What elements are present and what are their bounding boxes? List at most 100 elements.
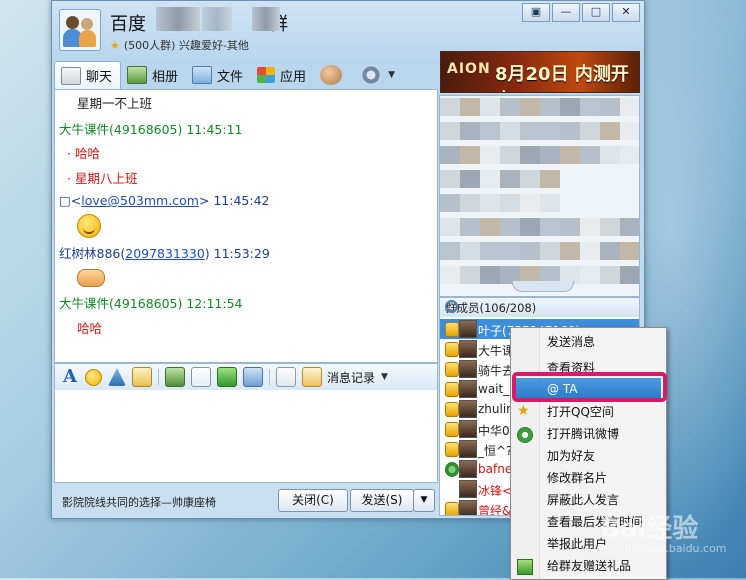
admin-icon bbox=[445, 422, 459, 437]
sender-line: □<love@503mm.com> 11:45:42 bbox=[59, 193, 270, 208]
mosaic-tile bbox=[540, 218, 560, 236]
close-button[interactable]: 关闭(C) bbox=[278, 489, 348, 512]
font-icon[interactable]: A bbox=[61, 368, 79, 386]
menu-item-open-qzone[interactable]: 打开QQ空间 bbox=[539, 401, 663, 423]
panel-resize-grip[interactable] bbox=[512, 281, 574, 292]
mosaic-tile bbox=[520, 98, 540, 116]
admin-icon bbox=[445, 402, 459, 417]
mosaic-tile bbox=[440, 242, 460, 260]
mosaic-tile bbox=[480, 218, 500, 236]
mosaic-tile bbox=[480, 122, 500, 140]
mosaic-tile bbox=[500, 218, 520, 236]
pen-icon[interactable] bbox=[132, 367, 152, 387]
mosaic-blur bbox=[252, 7, 280, 31]
emoji-icon[interactable] bbox=[85, 368, 102, 386]
mosaic-tile bbox=[580, 266, 600, 284]
group-subtitle: ★ (500人群) 兴趣爱好-其他 bbox=[110, 39, 249, 52]
mosaic-tile bbox=[480, 266, 500, 284]
search-icon[interactable] bbox=[445, 300, 458, 313]
send-options-button[interactable]: ▼ bbox=[413, 489, 435, 512]
settings-button[interactable]: ▼ bbox=[355, 61, 403, 89]
message-text: 哈哈 bbox=[77, 321, 103, 336]
admin-icon bbox=[445, 502, 459, 515]
mosaic-tile bbox=[460, 266, 480, 284]
message-input[interactable] bbox=[54, 390, 438, 483]
tab-label: 文件 bbox=[217, 69, 244, 85]
mosaic-tile bbox=[600, 98, 620, 116]
menu-item-send-message[interactable]: 发送消息 bbox=[539, 331, 663, 353]
avatar bbox=[459, 380, 477, 398]
skin-button[interactable]: ▣ bbox=[522, 3, 550, 22]
chevron-down-icon[interactable]: ▼ bbox=[381, 372, 388, 382]
document-icon[interactable] bbox=[276, 367, 296, 387]
mosaic-tile bbox=[600, 122, 620, 140]
message-text: · 星期八上班 bbox=[67, 171, 138, 186]
mosaic-tile bbox=[500, 146, 520, 164]
ad-slogan-link[interactable]: 影院院线共同的选择—帅康座椅 bbox=[62, 494, 216, 510]
close-window-button[interactable]: ✕ bbox=[612, 3, 640, 22]
mosaic-tile bbox=[560, 242, 580, 260]
weibo-icon bbox=[517, 427, 533, 443]
mosaic-tile bbox=[500, 194, 520, 212]
menu-item-edit-card[interactable]: 修改群名片 bbox=[539, 467, 663, 489]
tab-apps[interactable]: 应用 bbox=[251, 61, 314, 89]
history-button[interactable]: 消息记录 bbox=[327, 369, 375, 386]
sender-qq-link[interactable]: 2097831330 bbox=[125, 246, 205, 261]
maximize-button[interactable]: □ bbox=[582, 3, 610, 22]
folder-icon bbox=[192, 66, 213, 84]
mosaic-tile bbox=[520, 218, 540, 236]
ad-text: 8月20日 内测开启 bbox=[495, 64, 629, 92]
menu-item-add-friend[interactable]: 加为好友 bbox=[539, 445, 663, 467]
tab-album[interactable]: 相册 bbox=[121, 61, 186, 89]
avatar bbox=[459, 320, 477, 338]
mosaic-tile bbox=[540, 122, 560, 140]
mosaic-tile bbox=[620, 218, 639, 236]
admin-icon bbox=[445, 382, 459, 397]
mosaic-tile bbox=[600, 218, 620, 236]
tab-files[interactable]: 文件 bbox=[186, 61, 251, 89]
toolbar-divider bbox=[269, 369, 270, 385]
mosaic-tile bbox=[560, 98, 580, 116]
screenshot-icon[interactable] bbox=[243, 367, 263, 387]
mosaic-tile bbox=[520, 146, 540, 164]
mosaic-tile bbox=[560, 146, 580, 164]
mosaic-tile bbox=[440, 218, 460, 236]
sender-line: 大牛课件(49168605) 12:11:54 bbox=[59, 296, 243, 311]
avatar bbox=[459, 360, 477, 378]
menu-item-open-weibo[interactable]: 打开腾讯微博 bbox=[539, 423, 663, 445]
app-icon bbox=[257, 67, 276, 83]
mosaic-tile bbox=[580, 146, 600, 164]
mosaic-tile bbox=[540, 170, 560, 188]
mosaic-tile bbox=[460, 242, 480, 260]
menu-item-send-gift[interactable]: 给群友赠送礼品 bbox=[539, 555, 663, 577]
music-icon[interactable] bbox=[217, 367, 237, 387]
menu-icon-gutter bbox=[511, 328, 540, 579]
admin-icon bbox=[445, 362, 459, 377]
avatar bbox=[459, 420, 477, 438]
no-role-icon bbox=[445, 482, 457, 495]
mosaic-tile bbox=[460, 98, 480, 116]
sender-email-link[interactable]: love@503mm.com bbox=[81, 193, 199, 208]
gift-icon bbox=[517, 559, 533, 575]
game-ad-banner[interactable]: AION 8月20日 内测开启 bbox=[440, 51, 640, 93]
note-icon[interactable] bbox=[191, 367, 211, 387]
avatar bbox=[459, 440, 477, 458]
mosaic-tile bbox=[620, 242, 639, 260]
invite-member-button[interactable] bbox=[314, 61, 355, 89]
mosaic-tile bbox=[620, 266, 639, 284]
chat-history[interactable]: 星期一不上班 大牛课件(49168605) 11:45:11 · 哈哈 · 星期八上… bbox=[54, 89, 438, 363]
tab-chat[interactable]: 聊天 bbox=[54, 60, 122, 90]
mosaic-tile bbox=[500, 98, 520, 116]
history-icon[interactable] bbox=[302, 367, 322, 387]
tab-label: 应用 bbox=[280, 69, 307, 85]
shake-icon[interactable] bbox=[108, 368, 126, 386]
member-name: 大牛课 bbox=[478, 344, 515, 358]
send-button[interactable]: 发送(S) bbox=[350, 489, 414, 512]
tab-label: 聊天 bbox=[86, 70, 113, 85]
title-bar[interactable]: 百度群 ★(500人群) 兴趣爱好-其他 ▣ — □ ✕ bbox=[52, 1, 644, 57]
picture-icon[interactable] bbox=[165, 367, 185, 387]
group-avatar[interactable] bbox=[59, 9, 101, 51]
avatar bbox=[459, 460, 477, 478]
minimize-button[interactable]: — bbox=[552, 3, 580, 22]
member-name: 骑牛去 bbox=[478, 364, 515, 378]
